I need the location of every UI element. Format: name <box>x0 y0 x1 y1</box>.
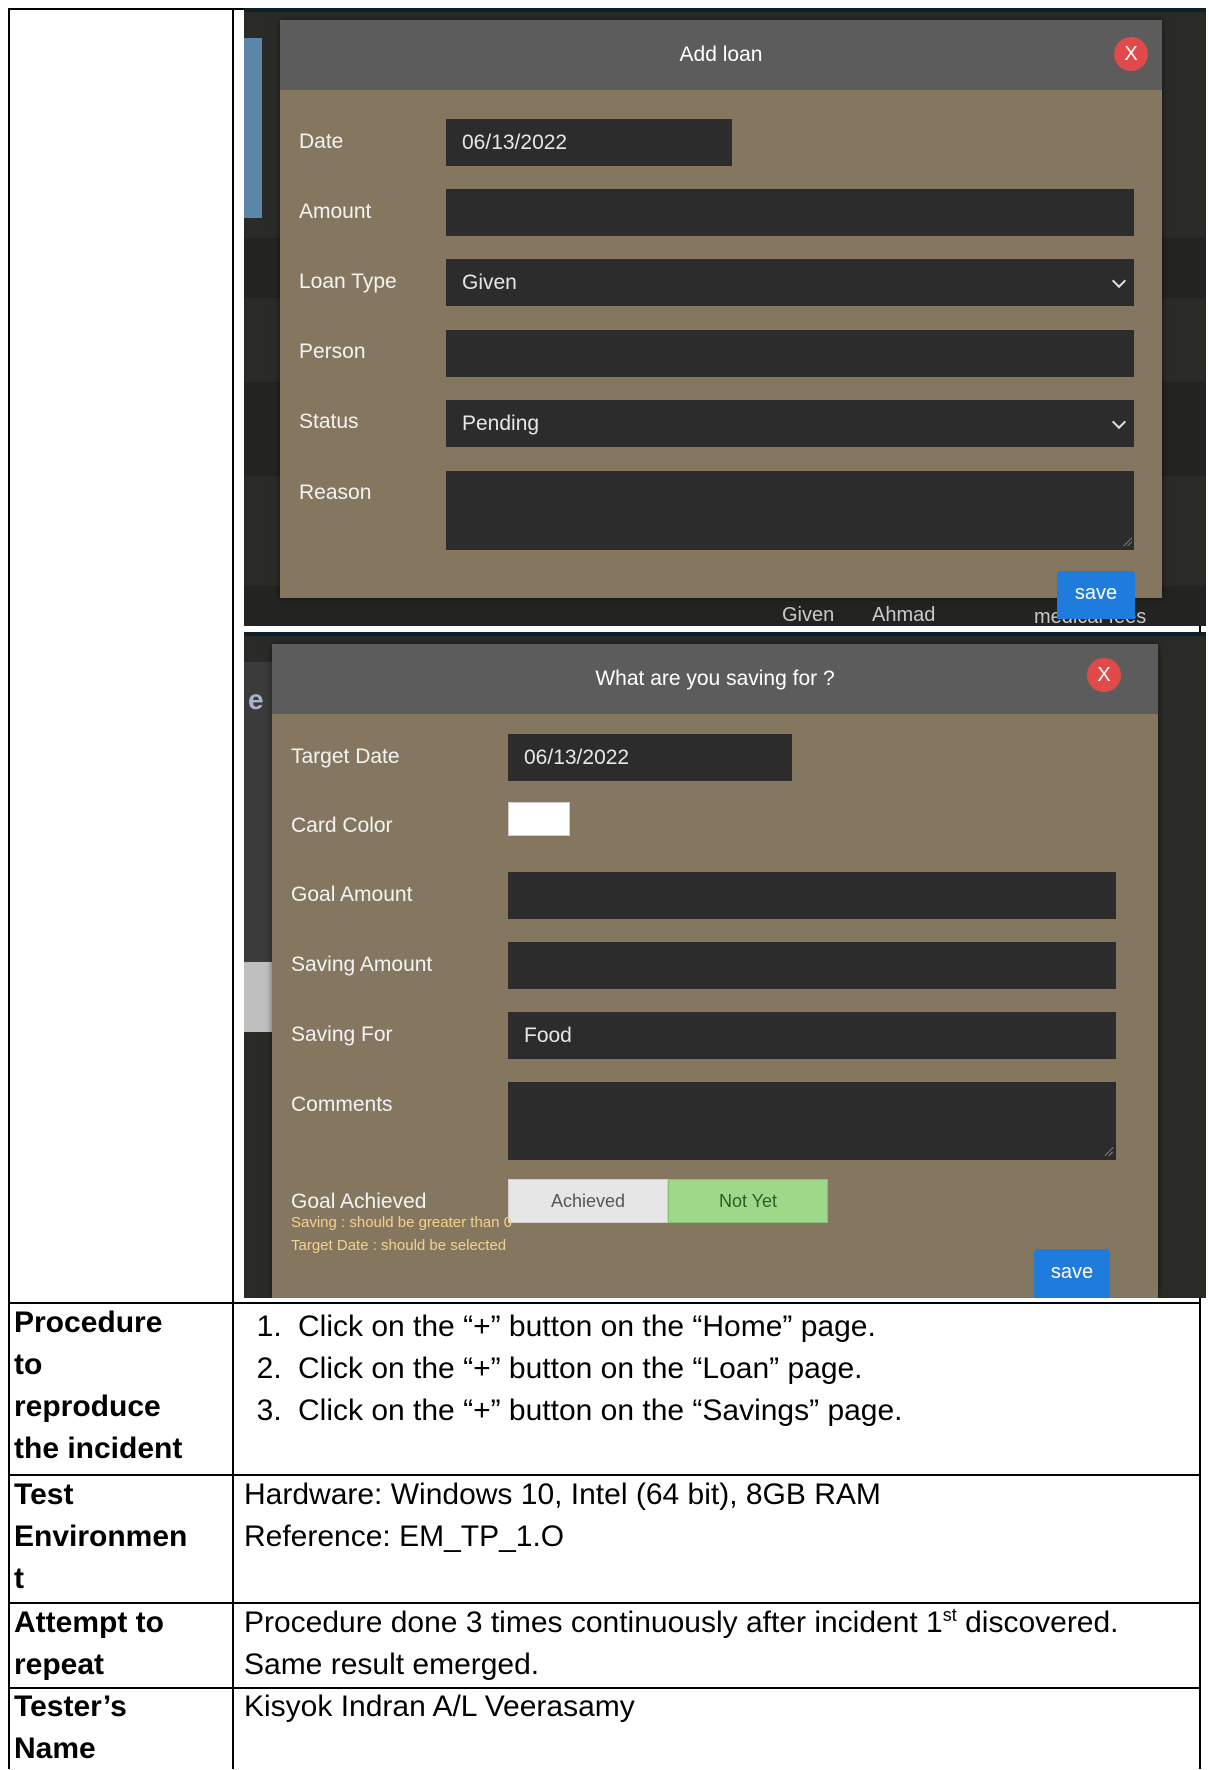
saving-amount-label: Saving Amount <box>291 953 433 976</box>
target-date-label: Target Date <box>291 745 400 768</box>
attempt-line-1: Procedure done 3 times continuously afte… <box>244 1602 1119 1644</box>
target-date-input[interactable]: 06/13/2022 <box>508 734 792 781</box>
amount-label: Amount <box>299 200 372 223</box>
tester-label: Tester’s Name <box>14 1690 127 1765</box>
person-input[interactable] <box>446 330 1134 377</box>
goal-amount-input[interactable] <box>508 872 1116 919</box>
comments-label: Comments <box>291 1093 393 1116</box>
procedure-step: Click on the “+” button on the “Home” pa… <box>290 1306 903 1348</box>
add-loan-modal: Add loan X Date 06/13/2022 Amount Loan T… <box>280 20 1162 619</box>
save-button[interactable]: save <box>1057 571 1135 619</box>
achieved-toggle[interactable]: Achieved <box>508 1179 668 1223</box>
validation-error: Saving : should be greater than 0 <box>291 1214 512 1231</box>
status-label: Status <box>299 410 359 433</box>
background-card <box>244 962 274 1032</box>
comments-textarea[interactable] <box>508 1082 1116 1160</box>
validation-error: Target Date : should be selected <box>291 1237 507 1254</box>
reference-text: Reference: EM_TP_1.O <box>244 1520 565 1553</box>
background-topbar <box>244 8 1206 12</box>
savings-screenshot: e What are you saving for ? X Target Dat… <box>244 632 1206 1298</box>
not-yet-toggle[interactable]: Not Yet <box>668 1179 828 1223</box>
reason-textarea[interactable] <box>446 471 1134 550</box>
loan-type-select[interactable]: Given <box>446 259 1134 306</box>
amount-input[interactable] <box>446 189 1134 236</box>
table-border-left <box>8 8 10 1769</box>
background-cell-type: Given <box>782 604 835 626</box>
person-label: Person <box>299 340 366 363</box>
test-environment-label: Test Environmen t <box>14 1478 188 1595</box>
procedure-label: Procedure to reproduce the incident <box>14 1306 183 1465</box>
modal-title: What are you saving for ? <box>595 667 835 690</box>
saving-for-input[interactable]: Food <box>508 1012 1116 1059</box>
ordinal-suffix: st <box>942 1605 957 1625</box>
date-label: Date <box>299 130 344 153</box>
saving-modal: What are you saving for ? X Target Date … <box>272 644 1158 1298</box>
procedure-step: Click on the “+” button on the “Loan” pa… <box>290 1348 903 1390</box>
attempt-text: discovered. <box>956 1606 1119 1639</box>
loan-type-value: Given <box>462 270 517 294</box>
procedure-steps: Click on the “+” button on the “Home” pa… <box>240 1306 903 1432</box>
modal-header: Add loan <box>280 20 1162 90</box>
card-color-swatch[interactable] <box>508 802 570 836</box>
close-button[interactable]: X <box>1114 37 1148 71</box>
loan-screenshot: es es Given Ahmad medical fees Add loan … <box>244 8 1206 626</box>
chevron-down-icon <box>1111 273 1127 288</box>
saving-amount-input[interactable] <box>508 942 1116 989</box>
tester-name: Kisyok Indran A/L Veerasamy <box>244 1690 635 1723</box>
chevron-down-icon <box>1111 414 1127 429</box>
background-cell-person: Ahmad <box>872 604 936 626</box>
goal-amount-label: Goal Amount <box>291 883 413 906</box>
loan-type-label: Loan Type <box>299 270 397 293</box>
background-topbar <box>244 632 1206 636</box>
hardware-text: Hardware: Windows 10, Intel (64 bit), 8G… <box>244 1478 881 1511</box>
attempt-label: Attempt to repeat <box>14 1606 164 1681</box>
modal-header: What are you saving for ? <box>272 644 1158 714</box>
status-select[interactable]: Pending <box>446 400 1134 447</box>
background-card <box>244 38 262 218</box>
card-color-label: Card Color <box>291 814 393 837</box>
procedure-step: Click on the “+” button on the “Savings”… <box>290 1390 903 1432</box>
status-value: Pending <box>462 411 540 435</box>
save-button[interactable]: save <box>1034 1249 1110 1298</box>
table-column-divider <box>232 8 234 1769</box>
attempt-text: Procedure done 3 times continuously afte… <box>244 1606 943 1639</box>
resize-grip-icon <box>1103 1146 1113 1156</box>
close-button[interactable]: X <box>1087 658 1121 692</box>
modal-title: Add loan <box>679 43 763 66</box>
resize-grip-icon <box>1122 536 1132 546</box>
saving-for-label: Saving For <box>291 1023 393 1046</box>
reason-label: Reason <box>299 481 372 504</box>
goal-achieved-label: Goal Achieved <box>291 1190 427 1213</box>
attempt-line-2: Same result emerged. <box>244 1648 540 1681</box>
date-input[interactable]: 06/13/2022 <box>446 119 732 166</box>
background-text: e <box>248 684 264 715</box>
